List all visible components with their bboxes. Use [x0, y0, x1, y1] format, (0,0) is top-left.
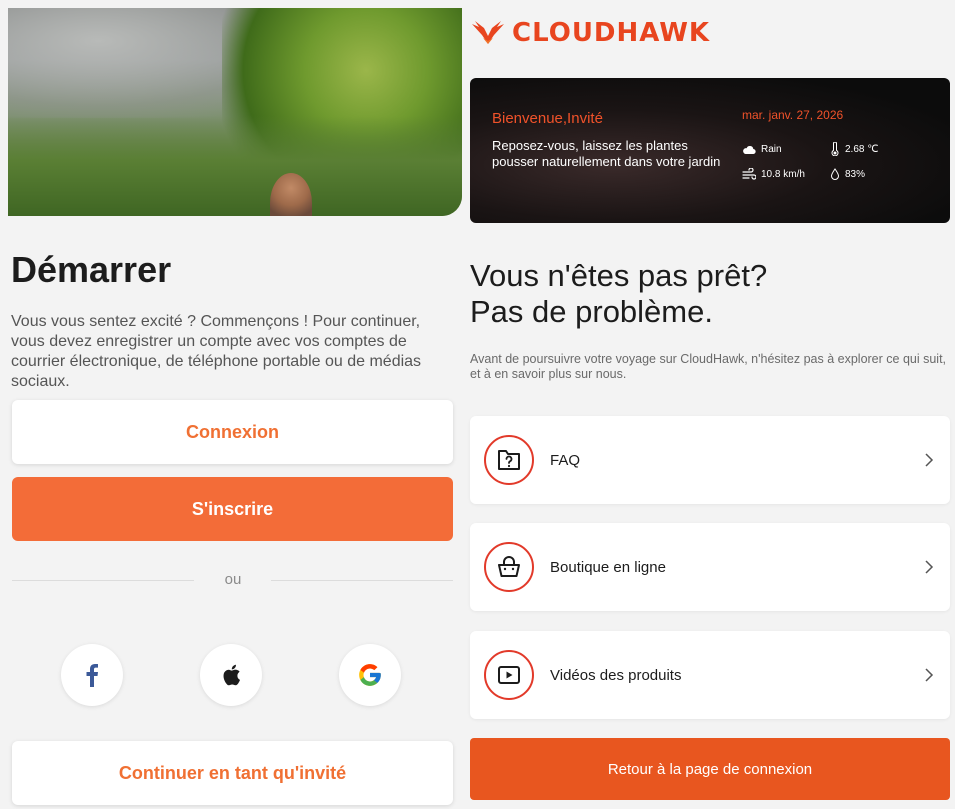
login-button[interactable]: Connexion: [12, 400, 453, 464]
or-divider: ou: [12, 571, 453, 588]
google-login-button[interactable]: [339, 644, 401, 706]
hero-image: [8, 8, 462, 216]
current-date: mar. janv. 27, 2026: [742, 108, 844, 122]
faq-folder-icon: [498, 450, 520, 470]
weather-humidity: 83%: [830, 168, 865, 180]
apple-login-button[interactable]: [200, 644, 262, 706]
apple-icon: [223, 664, 240, 686]
shop-card[interactable]: Boutique en ligne: [470, 523, 950, 611]
weather-condition: Rain: [742, 144, 782, 155]
wind-icon: [742, 168, 756, 180]
signup-button[interactable]: S'inscrire: [12, 477, 453, 541]
guest-button[interactable]: Continuer en tant qu'invité: [12, 741, 453, 805]
weather-card: Bienvenue,Invité Reposez-vous, laissez l…: [470, 78, 950, 223]
weather-wind: 10.8 km/h: [742, 168, 805, 180]
brand-name: CLOUDHAWK: [512, 18, 711, 48]
guest-panel: CLOUDHAWK Bienvenue,Invité Reposez-vous,…: [462, 0, 955, 809]
facebook-icon: [86, 664, 98, 687]
cloudhawk-logo: CLOUDHAWK: [470, 18, 710, 48]
google-icon: [359, 664, 381, 686]
card-label: Vidéos des produits: [550, 666, 682, 684]
chevron-right-icon: [925, 453, 934, 467]
hawk-logo-icon: [472, 21, 504, 44]
or-text: ou: [224, 571, 242, 588]
card-label: FAQ: [550, 451, 581, 469]
chevron-right-icon: [925, 668, 934, 682]
facebook-login-button[interactable]: [61, 644, 123, 706]
welcome-text: Bienvenue,Invité: [492, 110, 603, 127]
welcome-message: Reposez-vous, laissez les plantes pousse…: [492, 138, 721, 169]
weather-temperature: 2.68 ℃: [830, 142, 878, 156]
signup-panel: Démarrer Vous vous sentez excité ? Comme…: [0, 0, 462, 809]
faq-card[interactable]: FAQ: [470, 416, 950, 504]
intro-text: Vous vous sentez excité ? Commençons ! P…: [11, 313, 422, 390]
page-title: Démarrer: [11, 249, 172, 290]
water-drop-icon: [830, 168, 840, 180]
thermometer-icon: [831, 142, 839, 156]
cloud-rain-icon: [743, 145, 756, 154]
shopping-basket-icon: [498, 556, 520, 577]
guest-title: Vous n'êtes pas prêt? Pas de problème.: [470, 258, 768, 329]
product-videos-card[interactable]: Vidéos des produits: [470, 631, 950, 719]
guest-description: Avant de poursuivre votre voyage sur Clo…: [470, 352, 947, 381]
back-to-login-button[interactable]: Retour à la page de connexion: [470, 738, 950, 800]
chevron-right-icon: [925, 560, 934, 574]
video-play-icon: [498, 666, 520, 684]
card-label: Boutique en ligne: [550, 558, 666, 576]
